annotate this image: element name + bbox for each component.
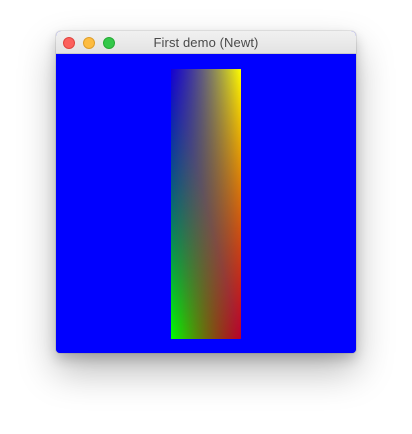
gl-canvas[interactable] [56, 54, 356, 353]
app-window: First demo (Newt) [56, 31, 356, 353]
gradient-quad [171, 69, 241, 339]
title-bar[interactable]: First demo (Newt) [56, 31, 356, 54]
window-title: First demo (Newt) [153, 35, 259, 50]
